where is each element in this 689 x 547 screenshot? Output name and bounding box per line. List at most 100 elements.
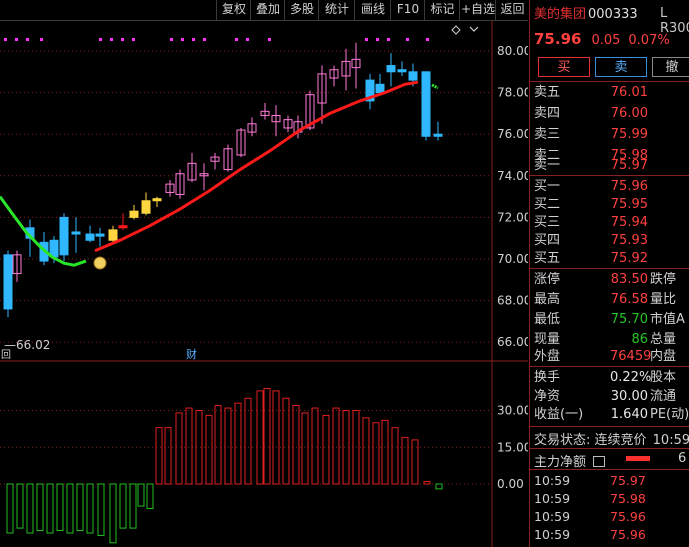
indicator-bar xyxy=(155,427,163,485)
signal-dot xyxy=(235,38,238,41)
buy-button[interactable]: 买 xyxy=(538,57,590,77)
diamond-icon xyxy=(451,25,461,35)
candle-body xyxy=(386,65,396,73)
grid-icon xyxy=(593,456,606,467)
indicator-bar xyxy=(185,407,193,485)
divider xyxy=(530,448,689,449)
ask-row[interactable]: 卖三 75.99 xyxy=(530,124,689,145)
indicator-bar xyxy=(311,407,319,485)
indicator-bar xyxy=(401,436,409,485)
price-tick-label: 66.00 xyxy=(497,335,528,349)
tick-row: 10:59 75.98 xyxy=(534,491,646,506)
sell-button[interactable]: 卖 xyxy=(595,57,647,77)
signal-dot xyxy=(426,38,429,41)
signal-dot xyxy=(387,38,390,41)
trade-status: 交易状态: 连续竞价 10:59 xyxy=(534,433,689,448)
stat-row: 涨停 83.50 跌停 xyxy=(534,272,677,287)
toolbar-add-watchlist-button[interactable]: +自选 xyxy=(459,0,496,20)
indicator-bar xyxy=(97,483,105,536)
ask-row[interactable]: 卖五 76.01 xyxy=(530,82,689,103)
signal-dot xyxy=(192,38,195,41)
indicator-bar xyxy=(372,422,380,485)
price-tick-label: 80.00 xyxy=(497,44,528,58)
indicator-bar xyxy=(411,439,419,485)
chevron-down-icon xyxy=(469,26,479,32)
ask-row[interactable]: 卖四 76.00 xyxy=(530,103,689,124)
stat-row: 最低 75.70 市值A xyxy=(534,312,685,327)
price-change: 0.05 xyxy=(591,33,621,48)
indicator-bar xyxy=(214,405,222,485)
price-tick-label: 76.00 xyxy=(497,127,528,141)
indicator-bar xyxy=(6,483,14,534)
stat-row: 最高 76.58 量比 xyxy=(534,292,677,307)
indicator-bar xyxy=(137,483,145,507)
indicator-bar xyxy=(175,412,183,485)
stock-terminal: 复权 叠加 多股 统计 画线 F10 标记 +自选 返回 80.00 78.00 7… xyxy=(0,0,689,547)
toolbar-back-button[interactable]: 返回 xyxy=(495,0,529,20)
indicator-bar xyxy=(46,483,54,534)
signal-dot xyxy=(376,38,379,41)
tick-row: 10:59 75.97 xyxy=(534,473,646,488)
bottom-tag-left: 回 xyxy=(1,349,11,361)
signal-dot xyxy=(99,38,102,41)
indicator-bar xyxy=(244,397,252,485)
candle-body xyxy=(95,233,105,237)
candle-body xyxy=(433,133,443,137)
signal-dot xyxy=(246,38,249,41)
indicator-bar xyxy=(146,483,154,509)
indicator-bar xyxy=(391,427,399,485)
candle-body xyxy=(152,198,162,202)
indicator-tick-label: 0.00 xyxy=(497,477,524,491)
indicator-bar xyxy=(272,390,280,485)
signal-dot xyxy=(406,38,409,41)
signal-dot xyxy=(268,38,271,41)
signal-dot xyxy=(110,38,113,41)
indicator-bar xyxy=(16,483,24,529)
price-percent: 0.07% xyxy=(628,33,670,48)
signal-dot xyxy=(132,38,135,41)
toolbar-mark-button[interactable]: 标记 xyxy=(424,0,460,20)
indicator-bars xyxy=(6,387,443,544)
signal-dot xyxy=(365,38,368,41)
candle-body xyxy=(375,83,385,94)
chart-toolbar: 复权 叠加 多股 统计 画线 F10 标记 +自选 返回 xyxy=(0,0,528,21)
signal-dot xyxy=(181,38,184,41)
bid-row[interactable]: 买五 75.92 xyxy=(530,248,689,269)
toolbar-draw-line-button[interactable]: 画线 xyxy=(354,0,391,20)
kline-chart[interactable]: 80.00 78.00 76.00 74.00 72.00 70.00 68.00 66.00… xyxy=(0,21,528,547)
indicator-bar xyxy=(26,483,34,534)
toolbar-stats-button[interactable]: 统计 xyxy=(318,0,355,20)
divider xyxy=(530,469,689,470)
signal-dot xyxy=(15,38,18,41)
candle-body xyxy=(71,231,81,235)
main-flow-value: 6 xyxy=(678,451,687,466)
candle-body xyxy=(397,69,407,73)
toolbar-fuquan-button[interactable]: 复权 xyxy=(216,0,251,20)
tick-row: 10:59 75.96 xyxy=(534,509,646,524)
indicator-bar xyxy=(66,483,74,534)
ask-row[interactable]: 卖一 75.97 xyxy=(530,155,689,176)
signal-dot xyxy=(40,38,43,41)
price-tick-label: 70.00 xyxy=(497,252,528,266)
indicator-bar xyxy=(423,481,431,485)
candle-body xyxy=(108,229,118,241)
indicator-bar xyxy=(164,427,172,485)
indicator-bar xyxy=(322,414,330,485)
toolbar-f10-button[interactable]: F10 xyxy=(390,0,425,20)
toolbar-multi-stock-button[interactable]: 多股 xyxy=(284,0,319,20)
quote-panel: 美的集团000333 L R300 75.960.050.07% 买 卖 撤 卖… xyxy=(529,0,689,547)
indicator-bar xyxy=(292,405,300,485)
indicator-bar xyxy=(119,483,127,529)
candle-body xyxy=(59,216,69,256)
indicator-bar xyxy=(86,483,94,534)
toolbar-overlay-button[interactable]: 叠加 xyxy=(250,0,285,20)
signal-dot xyxy=(203,38,206,41)
indicator-bar xyxy=(301,412,309,485)
cancel-order-button[interactable]: 撤 xyxy=(652,57,689,77)
stock-header: 美的集团 000333 xyxy=(534,3,638,22)
signal-dot xyxy=(121,38,124,41)
main-flow[interactable]: 主力净额 xyxy=(534,451,606,470)
price-quote: 75.96 0.05 0.07% xyxy=(534,30,670,48)
candle-body xyxy=(408,71,418,81)
indicator-bar xyxy=(362,417,370,485)
